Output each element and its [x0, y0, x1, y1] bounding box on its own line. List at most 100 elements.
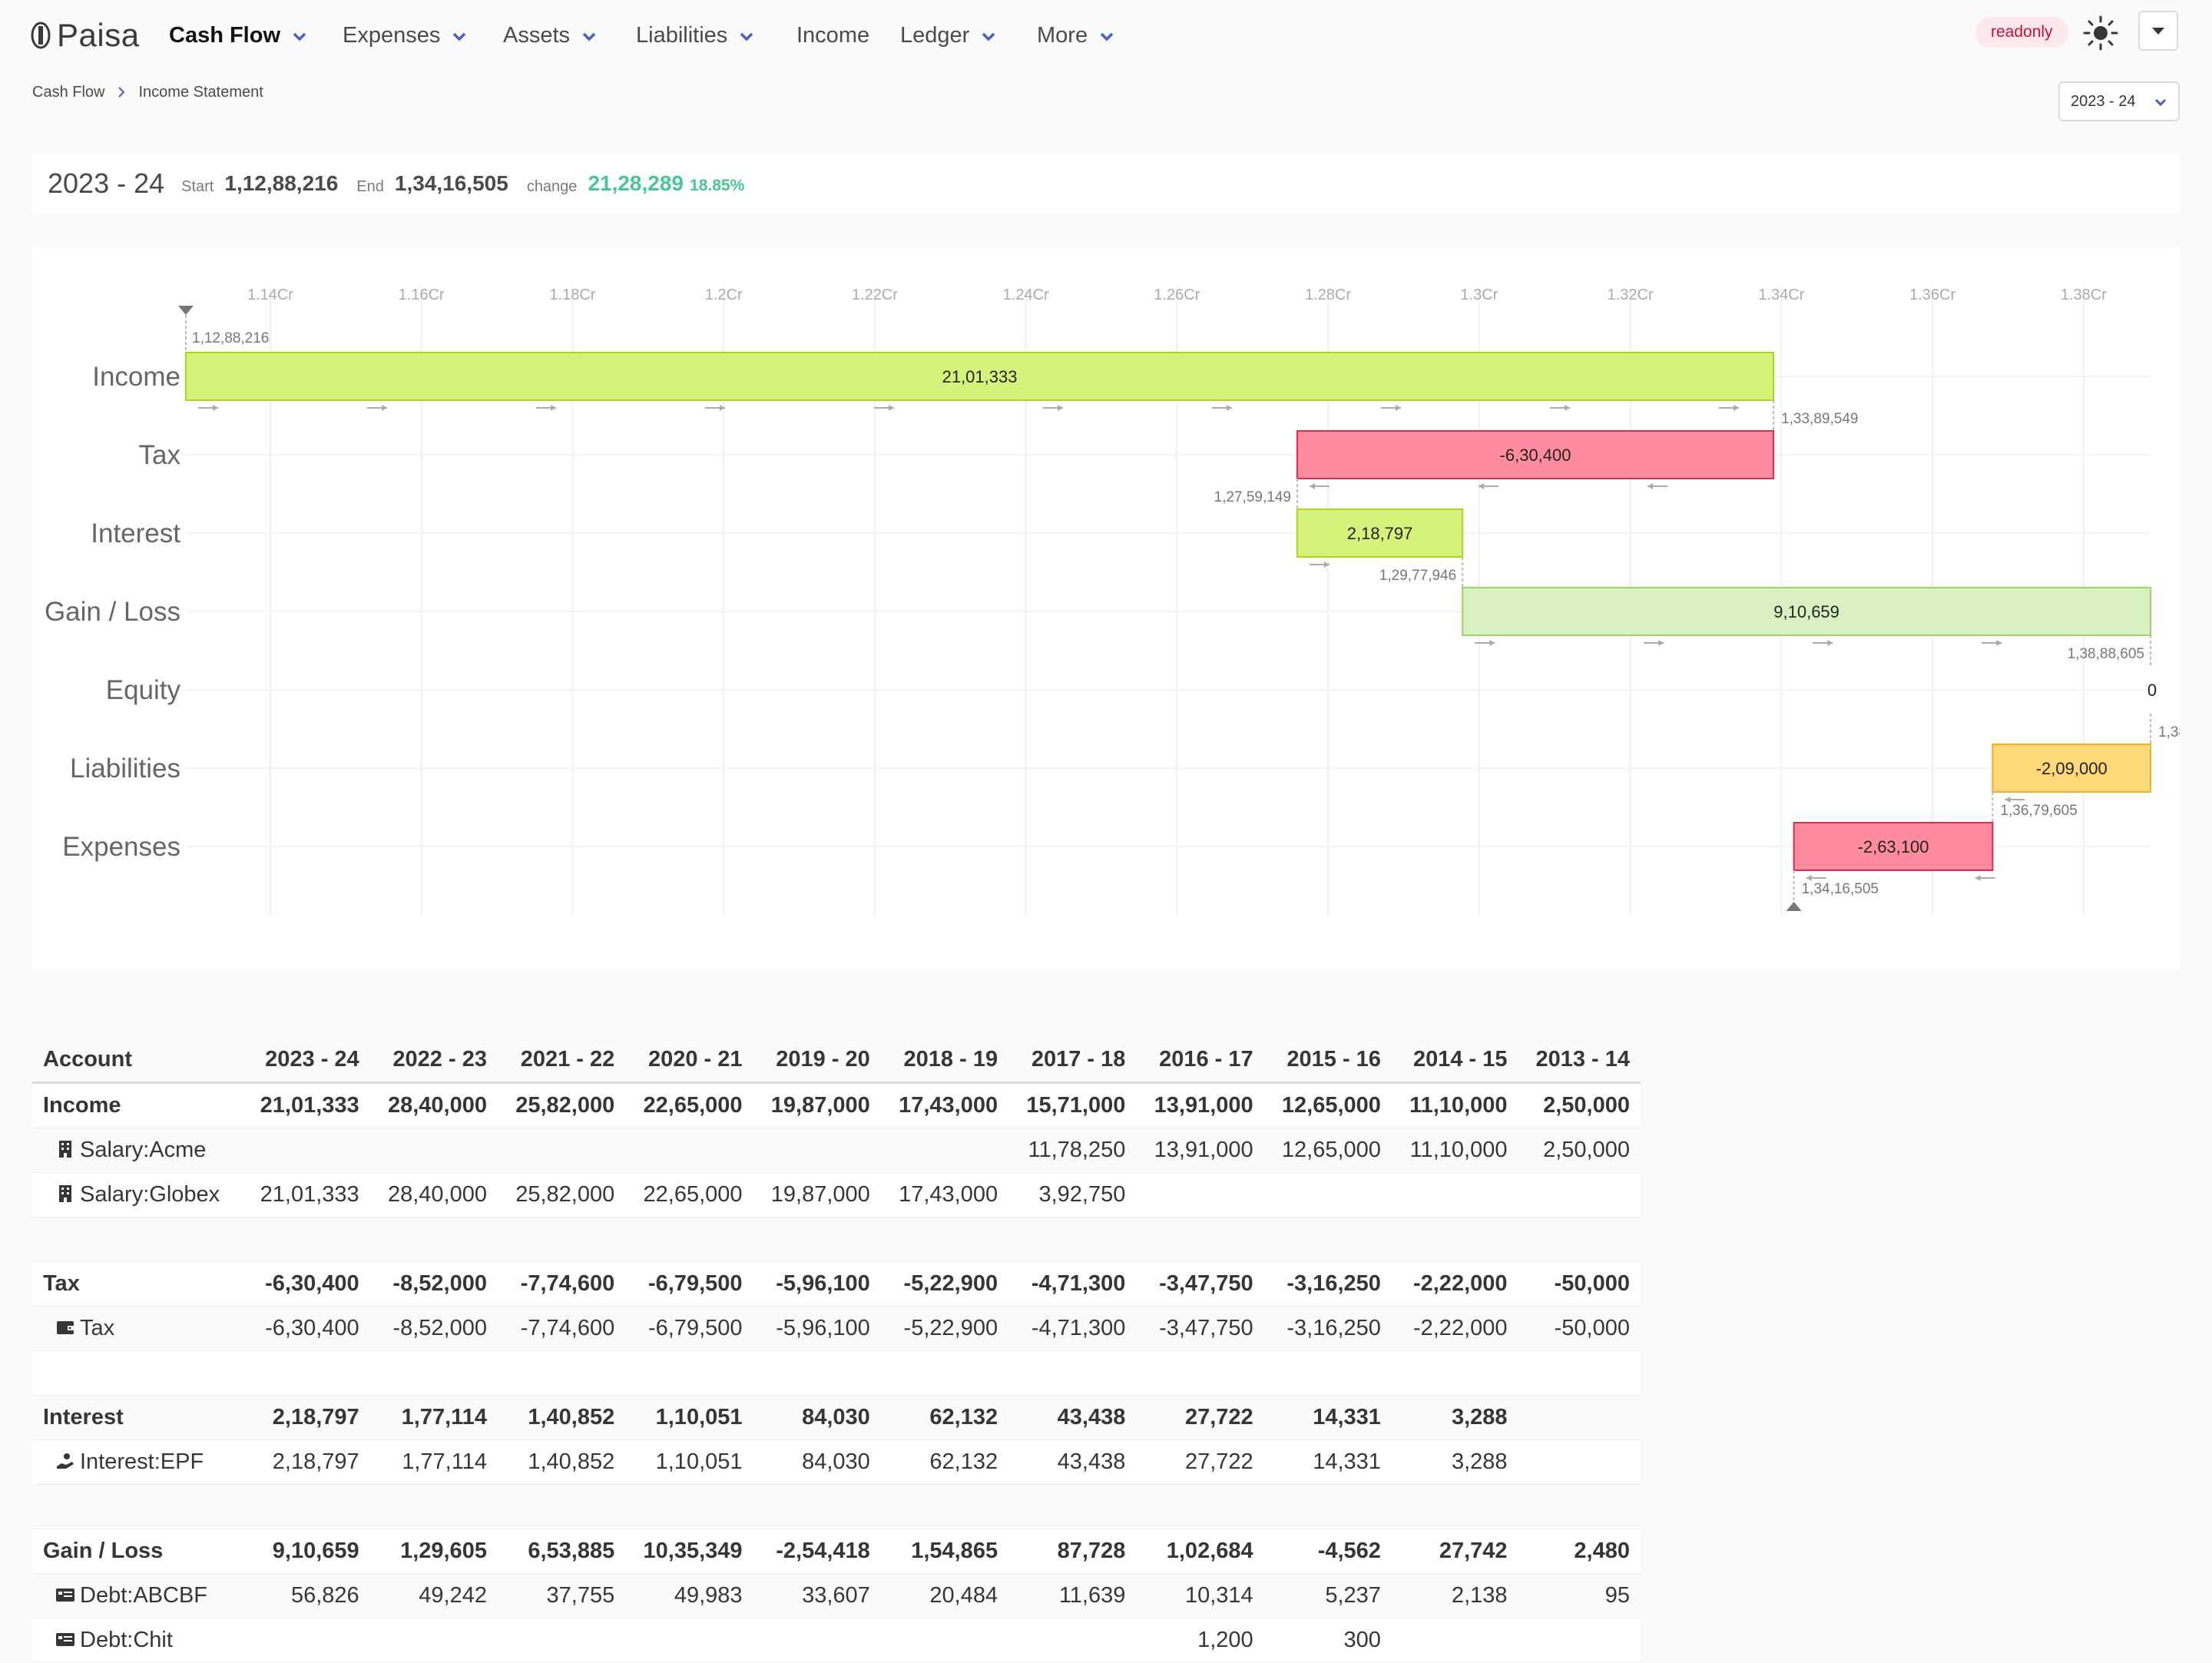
value-cell: [753, 1128, 881, 1173]
value-cell: 1,77,114: [369, 1439, 498, 1485]
value-cell: [625, 1128, 753, 1173]
bar-value-label: 21,01,333: [942, 367, 1018, 386]
account-name[interactable]: Interest: [43, 1405, 124, 1429]
value-cell: [1518, 1350, 1641, 1396]
value-cell: 2,18,797: [242, 1439, 370, 1485]
value-cell: [1263, 1217, 1392, 1262]
value-cell: 300: [1263, 1618, 1392, 1663]
end-value: 1,34,16,505: [394, 171, 508, 195]
flow-arrow-head: [1827, 640, 1833, 646]
account-name[interactable]: Debt:ABCBF: [80, 1583, 207, 1608]
chevron-down-icon: [982, 32, 995, 41]
value-cell: [242, 1618, 370, 1663]
value-cell: [1136, 1484, 1264, 1529]
value-cell: [497, 1350, 626, 1396]
nav-more[interactable]: More: [1037, 18, 1115, 52]
value-cell: 19,87,000: [753, 1172, 881, 1217]
header-year[interactable]: 2019 - 20: [753, 1037, 881, 1084]
value-cell: 6,53,885: [497, 1529, 626, 1574]
header-year[interactable]: 2020 - 21: [625, 1037, 753, 1084]
end-marker-icon: [1786, 902, 1802, 911]
header-year[interactable]: 2022 - 23: [369, 1037, 498, 1084]
chevron-down-icon: [453, 32, 466, 41]
value-cell: -3,16,250: [1263, 1306, 1392, 1351]
x-tick-label: 1.38Cr: [2061, 287, 2107, 303]
value-cell: 21,01,333: [242, 1082, 370, 1128]
value-cell: 10,314: [1136, 1573, 1264, 1618]
value-cell: 14,331: [1263, 1395, 1392, 1440]
nav-cash-flow[interactable]: Cash Flow: [169, 18, 308, 52]
nav-label: Ledger: [900, 22, 970, 48]
value-cell: 27,742: [1391, 1529, 1518, 1574]
breadcrumb-cash-flow[interactable]: Cash Flow: [32, 84, 104, 101]
bar-value-label: 9,10,659: [1773, 602, 1839, 621]
flow-arrow-head: [551, 405, 556, 411]
flow-arrow-head: [1658, 640, 1664, 646]
value-cell: -50,000: [1518, 1261, 1641, 1307]
nav-income[interactable]: Income: [796, 18, 869, 52]
value-cell: 2,138: [1391, 1573, 1518, 1618]
category-label: Interest: [91, 518, 180, 548]
header-year[interactable]: 2021 - 22: [497, 1037, 626, 1084]
value-cell: 87,728: [1008, 1529, 1137, 1574]
value-cell: -4,71,300: [1008, 1306, 1137, 1351]
header-year[interactable]: 2016 - 17: [1136, 1037, 1264, 1084]
x-tick-label: 1.28Cr: [1305, 287, 1351, 303]
account-name[interactable]: Salary:Globex: [80, 1182, 220, 1207]
header-year[interactable]: 2013 - 14: [1518, 1037, 1641, 1084]
start-marker-icon: [178, 306, 194, 315]
x-tick-label: 1.22Cr: [852, 287, 898, 303]
flow-arrow-head: [213, 405, 218, 411]
nav-assets[interactable]: Assets: [503, 18, 598, 52]
account-name[interactable]: Gain / Loss: [43, 1539, 163, 1563]
brand[interactable]: Paisa: [31, 14, 140, 57]
value-cell: 15,71,000: [1008, 1082, 1137, 1128]
header-year[interactable]: 2023 - 24: [242, 1037, 370, 1084]
account-name[interactable]: Salary:Acme: [80, 1138, 206, 1162]
start-label: Start: [181, 177, 214, 195]
value-cell: [1136, 1217, 1264, 1262]
group-row: Gain / Loss 9,10,659 1,29,605 6,53,885 10,35…: [32, 1529, 1641, 1574]
start-value: 1,12,88,216: [224, 171, 339, 195]
flow-arrow-head: [1396, 405, 1401, 411]
x-tick-label: 1.34Cr: [1758, 287, 1804, 303]
account-name[interactable]: Income: [43, 1093, 121, 1118]
table-row: Debt:Chit 1,200 300: [32, 1618, 1641, 1663]
header-year[interactable]: 2015 - 16: [1263, 1037, 1392, 1084]
account-name[interactable]: Debt:Chit: [80, 1628, 173, 1652]
value-cell: [1518, 1217, 1641, 1262]
summary-year: 2023 - 24: [48, 167, 165, 199]
group-row: Interest 2,18,797 1,77,114 1,40,852 1,10,051…: [32, 1395, 1641, 1440]
value-cell: 43,438: [1008, 1439, 1137, 1485]
nav-expenses[interactable]: Expenses: [343, 18, 468, 52]
nav-ledger[interactable]: Ledger: [900, 18, 997, 52]
value-cell: -6,79,500: [625, 1306, 753, 1351]
value-cell: [369, 1128, 498, 1173]
value-cell: 12,65,000: [1263, 1082, 1392, 1128]
value-cell: [1008, 1484, 1137, 1529]
bar-value-label: -2,09,000: [2036, 759, 2108, 778]
year-select[interactable]: 2023 - 24: [2058, 81, 2180, 121]
flow-arrow-head: [1058, 405, 1063, 411]
sun-icon[interactable]: [2081, 14, 2120, 52]
value-cell: [242, 1350, 370, 1396]
value-cell: 43,438: [1008, 1395, 1137, 1440]
account-cell: Salary:Acme: [32, 1128, 243, 1173]
account-name[interactable]: Interest:EPF: [80, 1449, 204, 1474]
chevron-down-icon: [740, 32, 753, 41]
account-cell: Income: [32, 1082, 243, 1128]
header-year[interactable]: 2017 - 18: [1008, 1037, 1137, 1084]
menu-dropdown-button[interactable]: [2138, 11, 2178, 51]
nav-liabilities[interactable]: Liabilities: [636, 18, 755, 52]
header-year[interactable]: 2018 - 19: [880, 1037, 1009, 1084]
value-cell: 17,43,000: [880, 1082, 1009, 1128]
value-cell: [880, 1217, 1009, 1262]
nav-label: Expenses: [343, 22, 441, 48]
x-tick-label: 1.14Cr: [247, 287, 293, 303]
x-tick-label: 1.18Cr: [549, 287, 595, 303]
wallet-icon: [55, 1317, 75, 1337]
navbar: Paisa Cash Flow Expenses Assets Liabilities…: [0, 0, 2212, 71]
header-year[interactable]: 2014 - 15: [1391, 1037, 1518, 1084]
account-name[interactable]: Tax: [80, 1316, 114, 1340]
account-name[interactable]: Tax: [43, 1271, 80, 1296]
